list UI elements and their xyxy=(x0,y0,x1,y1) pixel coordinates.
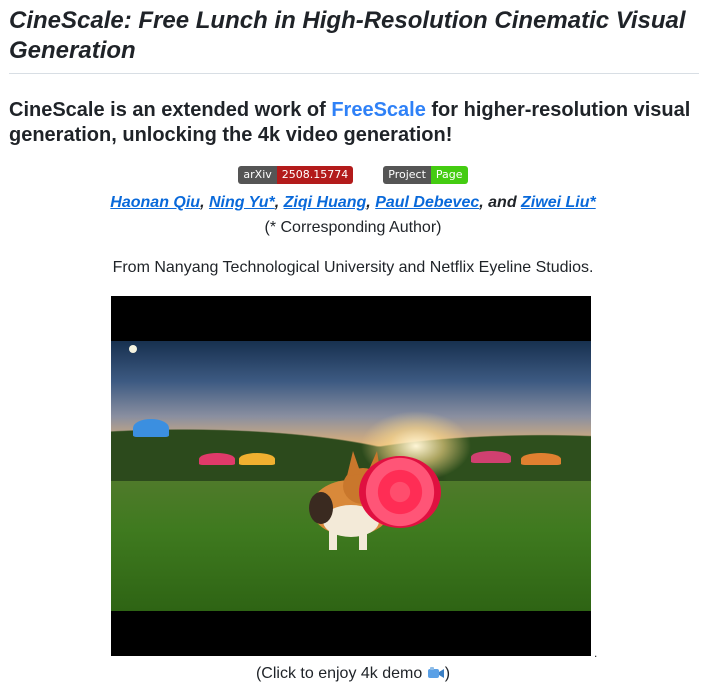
affiliation-text: From Nanyang Technological University an… xyxy=(112,259,594,276)
readme-page: CineScale: Free Lunch in High-Resolution… xyxy=(0,0,706,692)
frisbee-shape xyxy=(359,456,441,528)
intro-heading: CineScale is an extended work of FreeSca… xyxy=(9,98,699,148)
umbrella-shape xyxy=(133,419,169,437)
page-title: CineScale: Free Lunch in High-Resolution… xyxy=(9,7,686,64)
author-separator: , xyxy=(366,194,376,211)
umbrella-shape xyxy=(471,451,511,463)
intro-text-before: CineScale is an extended work of xyxy=(9,99,332,121)
author-separator: , and xyxy=(479,194,522,211)
corresponding-author-note: (* Corresponding Author) xyxy=(264,219,442,236)
project-badge-value: Page xyxy=(430,166,468,184)
author-link[interactable]: Paul Debevec xyxy=(375,194,479,211)
corgi-frisbee-image xyxy=(111,341,591,611)
umbrella-shape xyxy=(199,453,235,465)
project-badge-label: Project xyxy=(383,166,431,184)
arxiv-badge-id: 2508.15774 xyxy=(276,166,354,184)
arxiv-badge-label: arXiv xyxy=(238,166,277,184)
umbrella-shape xyxy=(239,453,275,465)
project-page-badge[interactable]: Project Page xyxy=(383,166,468,184)
moon-shape xyxy=(129,345,137,353)
demo-video-thumbnail[interactable] xyxy=(111,296,591,656)
author-separator: , xyxy=(200,194,209,211)
trailing-dot: . xyxy=(594,646,598,660)
umbrella-shape xyxy=(521,453,561,465)
video-camera-icon xyxy=(427,666,445,680)
caption-text-before: (Click to enjoy 4k demo xyxy=(255,665,427,682)
caption-text-after: ) xyxy=(444,665,451,682)
author-separator: , xyxy=(274,194,284,211)
author-link[interactable]: Ning Yu* xyxy=(209,194,275,211)
author-list: Haonan Qiu, Ning Yu*, Ziqi Huang, Paul D… xyxy=(0,193,706,213)
arxiv-badge[interactable]: arXiv 2508.15774 xyxy=(238,166,354,184)
author-link[interactable]: Ziqi Huang xyxy=(284,194,367,211)
freescale-link[interactable]: FreeScale xyxy=(331,99,426,121)
video-caption: (Click to enjoy 4k demo ) xyxy=(0,664,706,684)
author-link[interactable]: Haonan Qiu xyxy=(110,194,200,211)
badge-row: arXiv 2508.15774 Project Page xyxy=(0,166,706,184)
title-divider xyxy=(9,73,699,74)
author-link[interactable]: Ziwei Liu* xyxy=(521,194,596,211)
